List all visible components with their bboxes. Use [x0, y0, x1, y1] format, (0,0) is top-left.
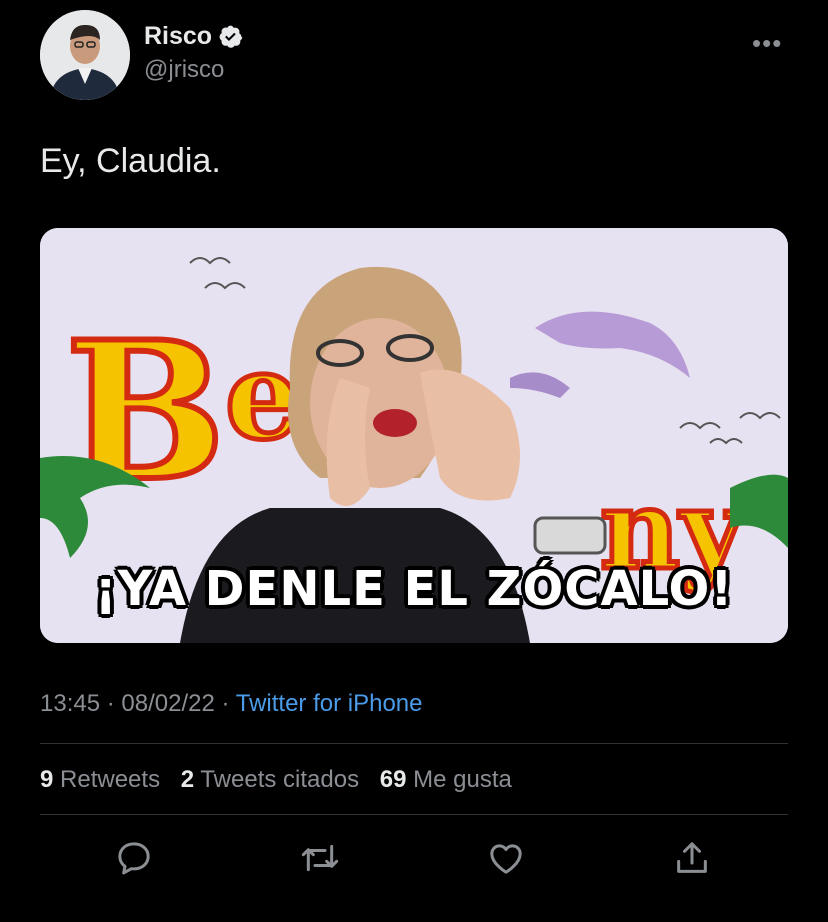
- profile-photo: [40, 10, 130, 100]
- retweets-label: Retweets: [60, 766, 161, 793]
- retweet-icon: [301, 844, 339, 872]
- divider-top: [40, 743, 788, 744]
- meta-separator-2: ·: [221, 690, 230, 717]
- retweet-button[interactable]: [300, 838, 340, 878]
- author-name-row[interactable]: Risco: [144, 22, 243, 51]
- tweet-text: Ey, Claudia.: [40, 142, 221, 180]
- more-options-icon[interactable]: •••: [752, 28, 782, 59]
- media-caption: ¡YA DENLE EL ZÓCALO!: [94, 561, 734, 617]
- likes-count: 69: [379, 766, 407, 793]
- likes-stat[interactable]: 69 Me gusta: [380, 766, 512, 793]
- author-handle[interactable]: @jrisco: [144, 56, 224, 84]
- verified-badge-icon: [219, 25, 243, 48]
- tweet-source-link[interactable]: Twitter for iPhone: [236, 690, 423, 717]
- tweet-meta: 13:45 · 08/02/22 · Twitter for iPhone: [40, 690, 422, 718]
- like-icon: [490, 844, 522, 874]
- meta-separator: ·: [106, 690, 115, 717]
- share-button[interactable]: [672, 838, 712, 878]
- retweets-stat[interactable]: 9 Retweets: [40, 766, 167, 793]
- likes-label: Me gusta: [413, 766, 512, 793]
- quotes-stat[interactable]: 2 Tweets citados: [181, 766, 366, 793]
- tweet-stats: 9 Retweets 2 Tweets citados 69 Me gusta: [40, 766, 526, 794]
- divider-bottom: [40, 814, 788, 815]
- author-name[interactable]: Risco: [144, 22, 212, 51]
- reply-button[interactable]: [114, 838, 154, 878]
- reply-icon: [118, 842, 150, 875]
- retweets-count: 9: [40, 766, 54, 793]
- tweet-date[interactable]: 08/02/22: [121, 690, 214, 717]
- like-button[interactable]: [486, 838, 526, 878]
- tweet-media-image[interactable]: B e ny ¡YA DENLE EL ZÓCALO!: [40, 228, 788, 643]
- share-icon: [677, 842, 707, 873]
- author-avatar[interactable]: [40, 10, 130, 100]
- quotes-label: Tweets citados: [200, 766, 360, 793]
- tweet-time[interactable]: 13:45: [40, 690, 100, 717]
- quotes-count: 2: [180, 766, 195, 793]
